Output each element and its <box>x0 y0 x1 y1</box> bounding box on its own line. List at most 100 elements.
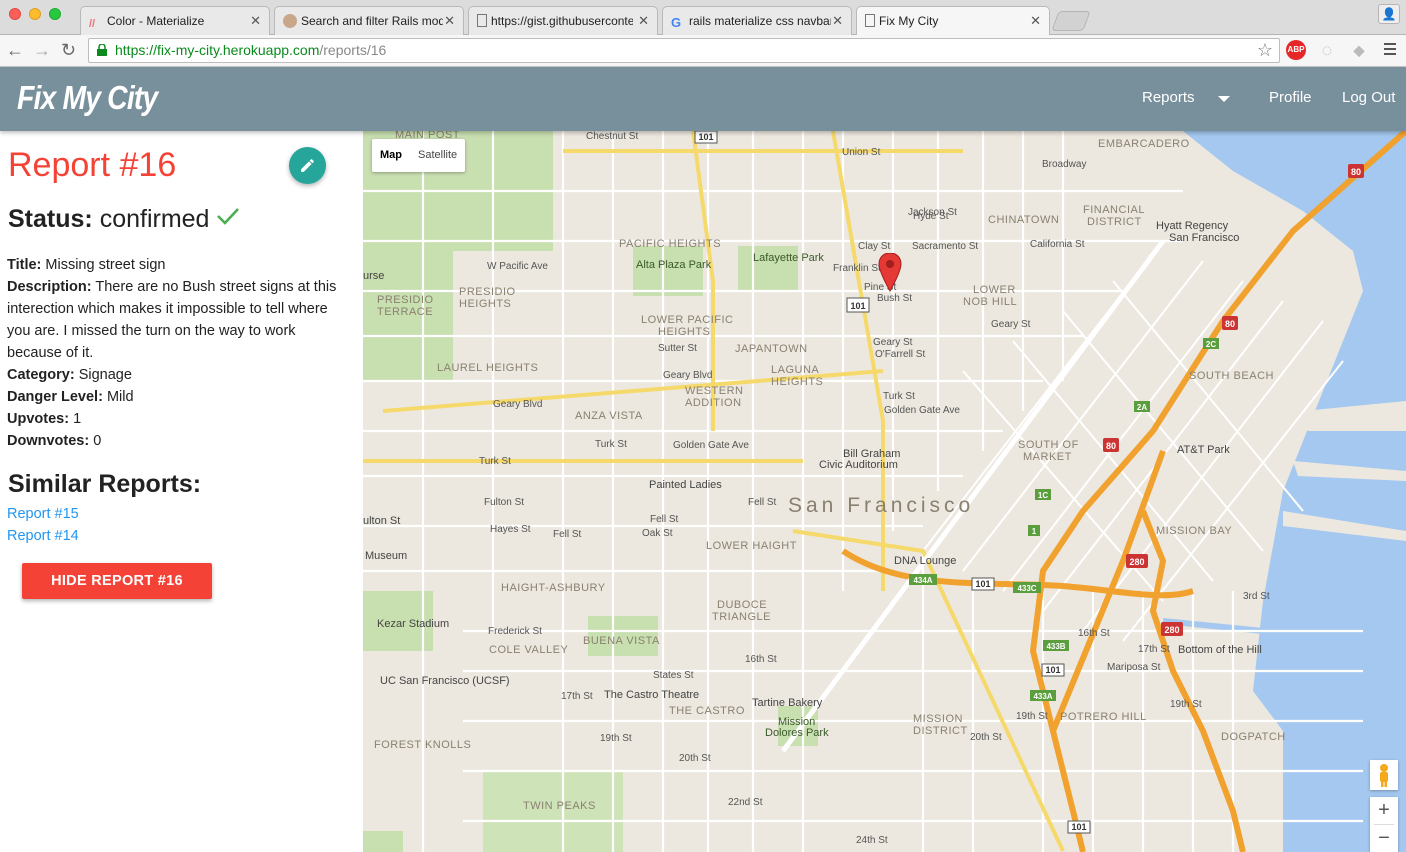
svg-text:Museum: Museum <box>365 550 407 562</box>
svg-text:Oak St: Oak St <box>642 528 673 539</box>
report-title: Report #16 <box>8 146 177 184</box>
detail-value: Mild <box>106 389 134 405</box>
svg-text:ADDITION: ADDITION <box>685 397 742 409</box>
street-view-pegman-icon[interactable] <box>1370 760 1398 790</box>
svg-text:ulton St: ulton St <box>363 515 400 527</box>
svg-text:THE CASTRO: THE CASTRO <box>669 705 745 717</box>
browser-tab[interactable]: https://gist.githubuserconte ✕ <box>468 6 658 35</box>
svg-text:Chestnut St: Chestnut St <box>586 131 638 142</box>
svg-text:Frederick St: Frederick St <box>488 626 542 637</box>
detail-value: 0 <box>93 433 102 449</box>
svg-text:Painted Ladies: Painted Ladies <box>649 479 722 491</box>
report-panel: Report #16 Status: confirmed Title: Miss… <box>0 131 363 852</box>
maximize-window-button[interactable] <box>49 8 61 20</box>
adblock-extension-icon[interactable]: ABP <box>1286 40 1306 60</box>
svg-text:FINANCIAL: FINANCIAL <box>1083 204 1145 216</box>
tab-title: rails materialize css navbar <box>689 14 831 28</box>
svg-text:1C: 1C <box>1038 491 1048 500</box>
svg-text:DOGPATCH: DOGPATCH <box>1221 731 1286 743</box>
hide-report-button[interactable]: HIDE REPORT #16 <box>22 563 212 599</box>
svg-text:19th St: 19th St <box>600 733 632 744</box>
address-bar[interactable]: https://fix-my-city.herokuapp.com/report… <box>88 38 1280 63</box>
close-window-button[interactable] <box>9 8 21 20</box>
browser-tab[interactable]: Search and filter Rails mod ✕ <box>274 6 464 35</box>
svg-text:Golden Gate Ave: Golden Gate Ave <box>673 440 749 451</box>
svg-text:3rd St: 3rd St <box>1243 591 1270 602</box>
similar-report-link[interactable]: Report #15 <box>7 506 79 522</box>
svg-text:Turk St: Turk St <box>479 456 511 467</box>
browser-profile-icon[interactable]: 👤 <box>1378 4 1400 24</box>
svg-text:EMBARCADERO: EMBARCADERO <box>1098 138 1190 150</box>
close-tab-icon[interactable]: ✕ <box>250 13 261 29</box>
close-tab-icon[interactable]: ✕ <box>1030 13 1041 29</box>
report-details: Title: Missing street sign Description: … <box>7 254 347 452</box>
browser-tab[interactable]: Grails materialize css navbar ✕ <box>662 6 852 35</box>
close-tab-icon[interactable]: ✕ <box>638 13 649 29</box>
svg-text:DNA Lounge: DNA Lounge <box>894 555 956 567</box>
reload-icon[interactable]: ↻ <box>61 38 76 62</box>
similar-report-link[interactable]: Report #14 <box>7 528 79 544</box>
detail-label: Danger Level: <box>7 389 103 405</box>
nav-logout-link[interactable]: Log Out <box>1342 89 1395 106</box>
svg-text:The Castro Theatre: The Castro Theatre <box>604 689 699 701</box>
detail-danger-level: Danger Level: Mild <box>7 386 347 408</box>
svg-text:Geary Blvd: Geary Blvd <box>663 370 712 381</box>
edit-report-button[interactable] <box>289 147 326 184</box>
dropbox-extension-icon[interactable]: ◆ <box>1349 40 1369 60</box>
svg-text:433B: 433B <box>1046 642 1065 651</box>
svg-text:PRESIDIO: PRESIDIO <box>459 286 516 298</box>
checkmark-icon <box>217 208 239 225</box>
bookmark-star-icon[interactable]: ☆ <box>1257 39 1273 62</box>
browser-tab[interactable]: // Color - Materialize ✕ <box>80 6 270 35</box>
browser-menu-icon[interactable] <box>1384 43 1396 58</box>
brand-logo[interactable]: Fix My City <box>17 79 158 117</box>
nav-reports-link[interactable]: Reports <box>1142 89 1195 106</box>
svg-text:HEIGHTS: HEIGHTS <box>459 298 511 310</box>
svg-text:HEIGHTS: HEIGHTS <box>658 326 710 338</box>
svg-text:Union St: Union St <box>842 147 881 158</box>
report-location-marker-icon[interactable] <box>878 253 902 293</box>
svg-text:22nd St: 22nd St <box>728 797 763 808</box>
svg-text:JAPANTOWN: JAPANTOWN <box>735 343 808 355</box>
zoom-in-button[interactable]: + <box>1370 797 1398 824</box>
svg-text:16th St: 16th St <box>1078 628 1110 639</box>
svg-text:Hyatt Regency: Hyatt Regency <box>1156 220 1229 232</box>
svg-text:SOUTH BEACH: SOUTH BEACH <box>1189 370 1274 382</box>
rails-favicon-icon <box>283 14 297 28</box>
browser-tab-active[interactable]: Fix My City ✕ <box>856 6 1050 36</box>
browser-tabbar: // Color - Materialize ✕ Search and filte… <box>0 0 1406 36</box>
svg-text:Tartine Bakery: Tartine Bakery <box>752 697 823 709</box>
svg-text:AT&T Park: AT&T Park <box>1177 444 1230 456</box>
svg-text:433A: 433A <box>1033 692 1052 701</box>
nav-profile-link[interactable]: Profile <box>1269 89 1312 106</box>
sync-extension-icon[interactable]: ◌ <box>1317 40 1337 60</box>
new-tab-button[interactable] <box>1051 11 1091 31</box>
svg-text:Mariposa St: Mariposa St <box>1107 662 1161 673</box>
svg-text:Civic Auditorium: Civic Auditorium <box>819 459 898 471</box>
svg-text:ANZA VISTA: ANZA VISTA <box>575 410 643 422</box>
minimize-window-button[interactable] <box>29 8 41 20</box>
close-tab-icon[interactable]: ✕ <box>832 13 843 29</box>
svg-text:DISTRICT: DISTRICT <box>913 725 968 737</box>
detail-category: Category: Signage <box>7 364 347 386</box>
svg-text:POTRERO HILL: POTRERO HILL <box>1060 711 1147 723</box>
svg-text:Geary Blvd: Geary Blvd <box>493 399 542 410</box>
tab-title: Fix My City <box>879 14 939 28</box>
document-favicon-icon <box>865 14 875 27</box>
map-type-satellite-button[interactable]: Satellite <box>410 139 465 172</box>
svg-text:17th St: 17th St <box>1138 644 1170 655</box>
map-type-map-button[interactable]: Map <box>372 139 410 172</box>
close-tab-icon[interactable]: ✕ <box>444 13 455 29</box>
zoom-out-button[interactable]: − <box>1370 825 1398 852</box>
forward-arrow-icon[interactable]: → <box>33 38 51 62</box>
svg-text:19th St: 19th St <box>1170 699 1202 710</box>
map-canvas[interactable]: MAIN POSTEMBARCADERO CHINATOWNFINANCIALD… <box>363 131 1406 852</box>
back-arrow-icon[interactable]: ← <box>6 38 24 62</box>
svg-text:WESTERN: WESTERN <box>685 385 744 397</box>
svg-text:280: 280 <box>1164 625 1179 635</box>
dropdown-caret-icon[interactable] <box>1218 96 1230 102</box>
url-scheme: https:// <box>115 42 158 58</box>
svg-text:LOWER: LOWER <box>973 284 1016 296</box>
svg-text:280: 280 <box>1129 557 1144 567</box>
map-view[interactable]: MAIN POST EMBARCADERO CHINATOWN FINANCIAL D… <box>363 131 1406 852</box>
